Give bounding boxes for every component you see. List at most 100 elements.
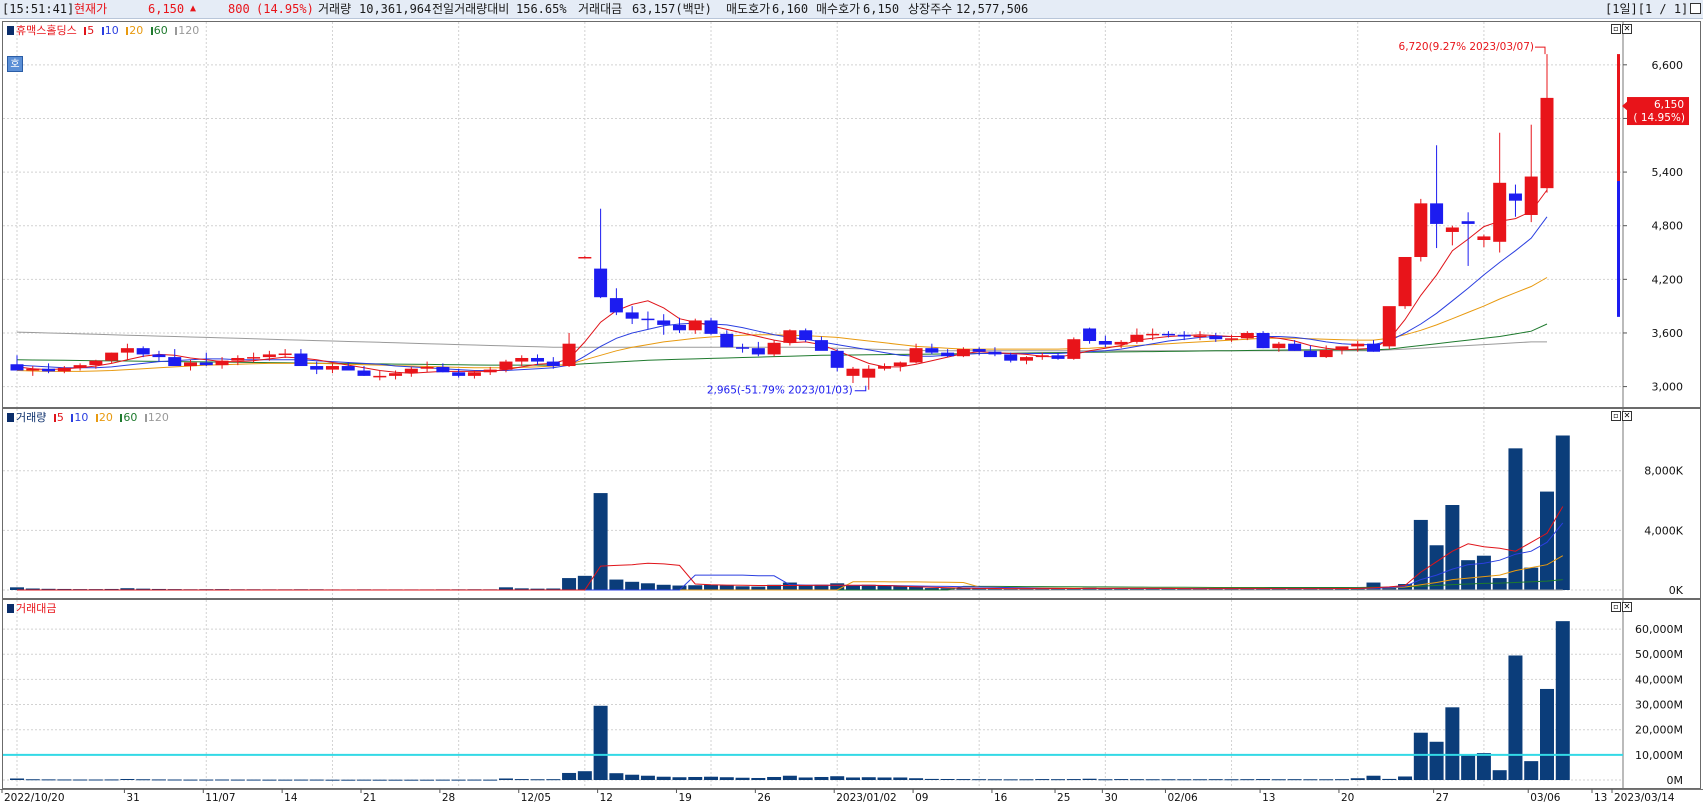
max-note-arrow xyxy=(1535,46,1546,55)
candle-body xyxy=(483,369,497,373)
candle-body xyxy=(10,364,24,371)
volume-bar xyxy=(593,493,608,590)
vol-ma20-label: 20 xyxy=(98,411,113,424)
ma60-line xyxy=(16,323,1548,366)
candle-body xyxy=(751,348,765,355)
volume-bar xyxy=(672,585,687,590)
y-tick-label: 10,000M xyxy=(1635,749,1683,762)
y-tick-label: 60,000M xyxy=(1635,623,1683,636)
price-change: 800 xyxy=(228,2,250,16)
amount-title: 거래대금 xyxy=(16,602,57,615)
candle-body xyxy=(294,353,308,367)
candle-body xyxy=(720,333,734,348)
x-tick-label: 25 xyxy=(1057,792,1070,804)
amount-bar xyxy=(1319,779,1334,781)
pane-window-buttons: ▫ ✕ xyxy=(1610,411,1632,421)
current-price-label: 현재가 xyxy=(74,2,108,16)
amount-bar xyxy=(546,779,561,781)
candle-body xyxy=(1083,328,1097,342)
amount-bar xyxy=(1366,775,1381,780)
amount-bar xyxy=(183,779,198,781)
restore-icon[interactable]: ▫ xyxy=(1611,24,1621,34)
amount-bar xyxy=(467,779,482,781)
candle-body xyxy=(531,357,545,362)
amount-bar-chart[interactable]: 60,000M 50,000M 40,000M 30,000M 20,000M 10,00… xyxy=(3,600,1700,788)
candle-body xyxy=(594,268,608,298)
candle-body xyxy=(1508,193,1522,201)
candle-body xyxy=(404,368,418,374)
y-tick-label: 3,000 xyxy=(1652,381,1684,394)
y-tick-label: 5,400 xyxy=(1652,166,1684,179)
x-tick-label: 11/07 xyxy=(205,792,235,804)
volume-bar xyxy=(1555,435,1570,590)
amount-bar xyxy=(57,779,72,781)
candle-body xyxy=(1445,227,1459,232)
volume-bar-chart[interactable]: 8,000K 4,000K 0K xyxy=(3,409,1700,598)
amount-bar xyxy=(483,779,498,781)
current-price-tag-pct: ( 14.95%) xyxy=(1633,112,1685,124)
ma120-marker-icon xyxy=(144,414,147,422)
amount-bar xyxy=(1461,754,1476,780)
vol-ma120-label: 120 xyxy=(147,411,169,424)
close-icon[interactable]: ✕ xyxy=(1622,602,1632,612)
amount-bar xyxy=(1098,779,1113,781)
ma20-label: 20 xyxy=(129,24,144,37)
menu-icon[interactable] xyxy=(1690,3,1701,14)
amount-bar xyxy=(782,775,797,780)
candle-body xyxy=(1098,341,1112,345)
amount-bar xyxy=(1540,688,1554,780)
candle-body xyxy=(562,343,576,367)
candle-body xyxy=(1225,338,1239,340)
candle-body xyxy=(1272,343,1286,349)
amount-bar xyxy=(1429,741,1444,780)
period-selector[interactable]: [1일][1 / 1] xyxy=(1605,0,1688,18)
volume-chart-pane[interactable]: 거래량 5 10 20 60 120 ▫ ✕ 8,000K 4,000K 0K xyxy=(2,408,1701,599)
amount-bar xyxy=(136,779,151,781)
volume-bar xyxy=(640,583,655,590)
restore-icon[interactable]: ▫ xyxy=(1611,411,1621,421)
candle-body xyxy=(499,361,513,370)
candle-body xyxy=(1414,203,1428,257)
amount-bar xyxy=(893,777,908,780)
amount-bar xyxy=(372,779,387,781)
candle-body xyxy=(846,368,860,376)
close-icon[interactable]: ✕ xyxy=(1622,411,1632,421)
amount-bar xyxy=(987,779,1002,781)
candle-body xyxy=(1540,97,1554,189)
amount-bar xyxy=(814,776,829,780)
volume-ma5-line xyxy=(17,506,1564,591)
amount-chart-pane[interactable]: 거래대금 ▫ ✕ 60,000M 50,000M 40,000M 30,000M 20,0… xyxy=(2,599,1701,789)
amount-bar xyxy=(167,779,182,781)
amount-bar xyxy=(1240,779,1255,781)
candle-body xyxy=(767,342,781,355)
quote-info-bar: [15:51:41] 현재가 6,150 ▲ 800 (14.95%) 거래량 … xyxy=(0,0,1703,19)
y-tick-label: 40,000M xyxy=(1635,673,1683,686)
amount-bar xyxy=(1303,779,1318,781)
ma120-marker-icon xyxy=(175,27,178,35)
close-icon[interactable]: ✕ xyxy=(1622,24,1632,34)
x-tick-label: 16 xyxy=(994,792,1008,804)
amount-bar xyxy=(1476,753,1491,780)
amount-bar xyxy=(498,778,513,780)
quote-badge[interactable]: 호 xyxy=(7,56,23,72)
restore-icon[interactable]: ▫ xyxy=(1611,602,1621,612)
y-tick-label: 30,000M xyxy=(1635,699,1683,712)
amount-bar xyxy=(230,779,245,781)
amount-bar xyxy=(924,778,939,780)
candlestick-chart[interactable]: 6,6006,0005,4004,8004,2003,6003,0006,720… xyxy=(3,22,1700,407)
amount-bar xyxy=(656,776,671,780)
candle-body xyxy=(1114,341,1128,345)
vol-ma10-label: 10 xyxy=(74,411,89,424)
volume-bar xyxy=(1508,448,1523,590)
price-chart-pane[interactable]: 휴맥스홀딩스 5 10 20 60 120 호 ▫✕ 6,6006,0005,4… xyxy=(2,21,1701,408)
amount-bar xyxy=(151,779,166,781)
candle-body xyxy=(1288,343,1302,351)
amount-bar xyxy=(767,776,782,780)
amount-bar xyxy=(593,705,608,780)
amount-bar xyxy=(909,778,924,780)
candle-body xyxy=(73,365,87,368)
amount-bar xyxy=(1398,776,1413,780)
amount-bar xyxy=(246,779,261,781)
volume-bar xyxy=(1540,491,1554,590)
amount-bar xyxy=(562,772,577,780)
